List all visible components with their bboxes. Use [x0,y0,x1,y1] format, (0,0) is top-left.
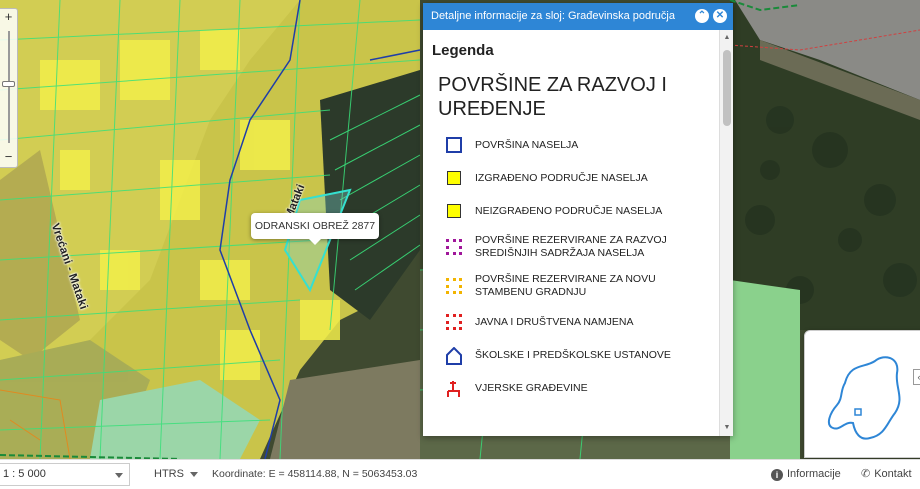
scroll-up-icon[interactable]: ▲ [720,32,734,44]
scale-value: 1 : 5 000 [3,468,46,480]
panel-title: Detaljne informacije za sloj: Građevinsk… [431,10,675,22]
scroll-down-icon[interactable]: ▼ [720,422,734,434]
coordinates-readout: Koordinate: E = 458114.88, N = 5063453.0… [212,468,418,480]
contact-link-label: Kontakt [874,468,912,480]
info-icon: i [771,469,783,481]
panel-scrollbar[interactable]: ▲ ▼ [719,30,733,436]
scroll-thumb[interactable] [723,50,731,126]
legend-heading: Legenda [432,42,494,59]
crs-select[interactable]: HTRS [154,460,198,488]
chevron-down-icon [115,473,123,478]
overview-map[interactable]: ‹ [804,330,920,458]
legend-item: POVRŠINE REZERVIRANE ZA RAZVOJ SREDIŠNJI… [432,234,711,260]
legend-item-label: IZGRAĐENO PODRUČJE NASELJA [475,171,648,184]
map-application: Vrećani - Mataki Mataki ODRANSKI OBREŽ 2… [0,0,920,489]
legend-item: IZGRAĐENO PODRUČJE NASELJA [432,168,711,188]
status-bar: 1 : 5 000 HTRS Koordinate: E = 458114.88… [0,459,920,489]
legend-item-label: JAVNA I DRUŠTVENA NAMJENA [475,315,634,328]
legend-item-label: ŠKOLSKE I PREDŠKOLSKE USTANOVE [475,348,671,361]
zoom-out-button[interactable]: − [0,149,17,165]
legend-item: POVRŠINA NASELJA [432,135,711,155]
legend-item: VJERSKE GRAĐEVINE [432,378,711,398]
phone-icon: ✆ [861,468,871,480]
legend-item: NEIZGRAĐENO PODRUČJE NASELJA [432,201,711,221]
zoom-in-button[interactable]: + [0,9,17,25]
legend-section-title: POVRŠINE ZA RAZVOJ I UREĐENJE [438,74,667,120]
layer-info-panel: Detaljne informacije za sloj: Građevinsk… [423,3,733,436]
panel-header: Detaljne informacije za sloj: Građevinsk… [423,3,733,30]
legend-item-label: POVRŠINE REZERVIRANE ZA RAZVOJ SREDIŠNJI… [475,234,667,259]
zoom-control: + − [0,8,18,168]
legend-list: POVRŠINA NASELJA IZGRAĐENO PODRUČJE NASE… [432,135,711,398]
purple-dotted-square-icon [446,239,462,255]
legend-item-label: NEIZGRAĐENO PODRUČJE NASELJA [475,204,663,217]
overview-boundary [827,356,901,440]
yellow-square-icon [447,204,461,218]
legend-item: JAVNA I DRUŠTVENA NAMJENA [432,312,711,332]
chevron-down-icon [189,471,198,477]
legend-item: POVRŠINE REZERVIRANE ZA NOVU STAMBENU GR… [432,273,711,299]
zoom-slider-track[interactable] [8,31,10,143]
chevron-up-icon[interactable]: ⌃ [695,9,709,23]
overview-toggle-button[interactable]: ‹ [913,369,920,385]
legend-item-label: VJERSKE GRAĐEVINE [475,381,588,394]
parcel-popup-label[interactable]: ODRANSKI OBREŽ 2877 [251,213,379,245]
scale-select[interactable]: 1 : 5 000 [0,463,130,486]
contact-link[interactable]: ✆ Kontakt [861,460,912,488]
info-link-label: Informacije [787,468,841,480]
legend-item-label: POVRŠINE REZERVIRANE ZA NOVU STAMBENU GR… [475,273,656,298]
info-link[interactable]: i Informacije [771,460,841,488]
legend-item: ŠKOLSKE I PREDŠKOLSKE USTANOVE [432,345,711,365]
legend-item-label: POVRŠINA NASELJA [475,138,579,151]
crs-value: HTRS [154,468,184,480]
red-dotted-square-icon [446,314,462,330]
yellow-dotted-square-icon [446,278,462,294]
blue-outline-square-icon [446,137,462,153]
panel-body: Legenda POVRŠINE ZA RAZVOJ I UREĐENJE PO… [423,30,719,436]
cross-icon [446,380,462,397]
zoom-slider-handle[interactable] [2,81,15,87]
yellow-square-icon [447,171,461,185]
house-outline-icon [446,346,462,365]
close-icon[interactable]: ✕ [713,9,727,23]
